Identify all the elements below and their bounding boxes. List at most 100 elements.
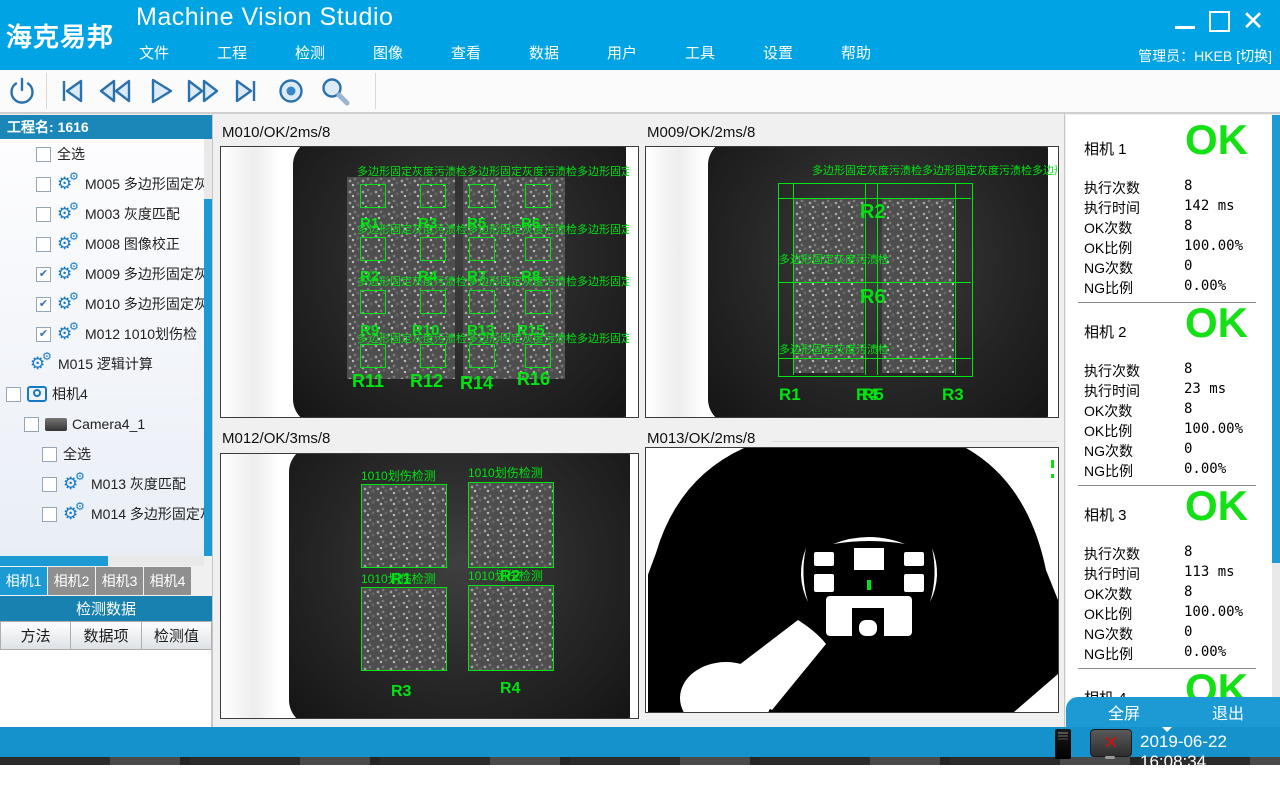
tree-item[interactable]: 相机4 [0,379,205,409]
textured-pad [468,585,554,671]
up-arrow-icon[interactable] [1162,692,1172,697]
camera-stats-block: 相机 1OK执行次数8执行时间142 msOK次数8OK比例100.00%NG次… [1072,122,1262,305]
textured-pad [468,482,554,568]
tab-camera4[interactable]: 相机4 [144,567,191,595]
tab-camera2[interactable]: 相机2 [48,567,95,595]
tree-vscrollbar-thumb[interactable] [204,199,212,556]
stat-value: 0 [1184,258,1192,274]
gears-icon: ⚙⚙ [63,474,87,494]
record-button[interactable] [269,72,313,110]
image-panel-m009[interactable]: 多边形固定灰度污渍检多边形固定灰度污渍检多边形固定灰度污渍检多边形固定灰度污渍检… [645,146,1059,418]
checkbox[interactable] [42,507,57,522]
tree-hscrollbar[interactable] [0,556,204,566]
stat-value: 23 ms [1184,381,1226,397]
tree-item[interactable]: ⚙⚙M014 多边形固定灰 [0,499,205,529]
menu-item-3[interactable]: 图像 [349,42,427,63]
tree-item[interactable]: 全选 [0,439,205,469]
checkbox[interactable] [36,177,51,192]
tree-item[interactable]: 全选 [0,139,205,169]
column-header[interactable]: 检测值 [142,621,212,650]
app-title: Machine Vision Studio [136,3,393,32]
tree-hscrollbar-thumb[interactable] [0,556,108,566]
search-button[interactable] [313,72,357,110]
power-button[interactable] [0,72,44,110]
fullscreen-button[interactable]: 全屏 [1074,697,1174,727]
tree-item[interactable]: ⚙⚙M005 多边形固定灰 [0,169,205,199]
camera-icon [27,386,47,402]
stats-scrollbar-thumb[interactable] [1272,115,1280,563]
stat-value: 8 [1184,544,1192,560]
camera-name: 相机 1 [1084,138,1127,159]
menu-item-2[interactable]: 检测 [271,42,349,63]
toolbar [0,70,1280,114]
roi-outline [360,237,386,261]
skip-start-button[interactable] [49,72,93,110]
tree-item[interactable]: ⚙⚙M008 图像校正 [0,229,205,259]
status-ok: OK [1185,116,1248,164]
roi-outline [420,290,446,314]
tree-item-label: M015 逻辑计算 [58,354,153,374]
stat-value: 100.00% [1184,421,1243,437]
roi-label: R9 [360,322,379,339]
tree-item[interactable]: ✔⚙⚙M010 多边形固定灰 [0,289,205,319]
checkbox-checked[interactable]: ✔ [36,267,51,282]
checkbox[interactable] [42,477,57,492]
tree-item-label: 全选 [63,444,91,464]
rewind-button[interactable] [93,72,137,110]
menu-item-0[interactable]: 文件 [115,42,193,63]
tree-item[interactable]: ⚙⚙M003 灰度匹配 [0,199,205,229]
tree-item[interactable]: ⚙⚙M013 灰度匹配 [0,469,205,499]
tree-vscrollbar[interactable] [204,139,212,556]
checkbox[interactable] [24,417,39,432]
maximize-button[interactable] [1202,6,1236,36]
tree-item[interactable]: ⚙⚙M015 逻辑计算 [0,349,205,379]
exit-button[interactable]: 退出 [1178,697,1278,727]
menu-item-4[interactable]: 查看 [427,42,505,63]
status-ok: OK [1185,299,1248,347]
switch-user-link[interactable]: [切换] [1236,48,1272,64]
detect-data-table-header: 方法数据项检测值 [0,621,212,650]
tree-item[interactable]: ✔⚙⚙M009 多边形固定灰 [0,259,205,289]
tree-item[interactable]: ✔⚙⚙M012 1010划伤检 [0,319,205,349]
image-panel-m013[interactable] [645,447,1059,713]
image-panel-m012[interactable]: 1010划伤检测1010划伤检测1010划伤检测1010划伤检测R1R2R3R4 [220,453,639,719]
checkbox-checked[interactable]: ✔ [36,327,51,342]
checkbox[interactable] [42,447,57,462]
column-header[interactable]: 方法 [0,621,71,650]
fast-forward-button[interactable] [181,72,225,110]
image-m009: 多边形固定灰度污渍检多边形固定灰度污渍检多边形固定灰度污渍检多边形固定灰度污渍检… [646,147,1058,417]
checkbox[interactable] [36,147,51,162]
menu-item-6[interactable]: 用户 [583,42,661,63]
tab-camera1[interactable]: 相机1 [0,567,47,595]
tool-name-overlay: 多边形固定灰度污渍检多边形固定灰度污渍检多边形固定灰度污渍检 [357,163,629,179]
column-header[interactable]: 数据项 [71,621,141,650]
roi-label: R3 [942,385,964,405]
stat-label: OK比例 [1084,421,1132,441]
checkbox-checked[interactable]: ✔ [36,297,51,312]
textured-pad [361,587,447,671]
checkbox[interactable] [36,207,51,222]
close-button[interactable]: ✕ [1236,6,1270,36]
minimize-button[interactable] [1168,6,1202,36]
menu-item-1[interactable]: 工程 [193,42,271,63]
roi-label: R6 [860,286,886,309]
stats-scrollbar[interactable] [1272,115,1280,757]
menu-item-9[interactable]: 帮助 [817,42,895,63]
network-disconnected-icon[interactable]: ✕ [1090,729,1132,757]
menu-item-5[interactable]: 数据 [505,42,583,63]
checkbox[interactable] [36,237,51,252]
menu-item-7[interactable]: 工具 [661,42,739,63]
stat-value: 142 ms [1184,198,1235,214]
tree-item[interactable]: Camera4_1 [0,409,205,439]
image-panel-m010[interactable]: 多边形固定灰度污渍检多边形固定灰度污渍检多边形固定灰度污渍检多边形固定灰度污渍检… [220,146,639,418]
minimize-icon [1175,26,1195,29]
checkbox[interactable] [6,387,21,402]
tab-camera3[interactable]: 相机3 [96,567,143,595]
stat-label: OK比例 [1084,238,1132,258]
menu-item-8[interactable]: 设置 [739,42,817,63]
computer-icon[interactable] [1055,729,1071,759]
tool-name-overlay: 1010划伤检测 [468,464,578,481]
play-button[interactable] [137,72,181,110]
skip-end-button[interactable] [225,72,269,110]
roi-outline [525,237,551,261]
